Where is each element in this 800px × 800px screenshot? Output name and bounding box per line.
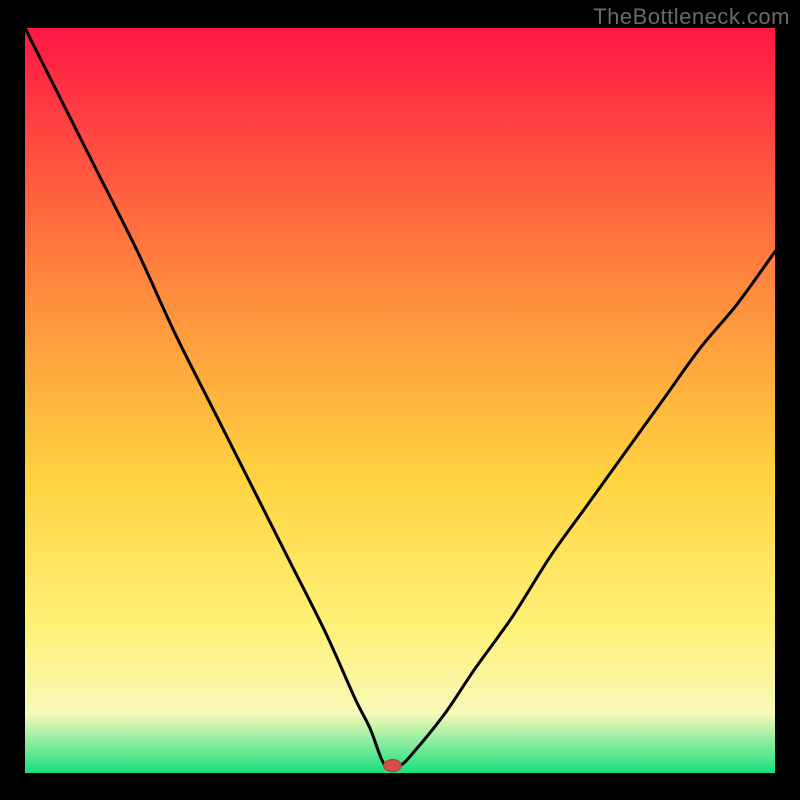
watermark-text: TheBottleneck.com xyxy=(593,4,790,30)
chart-frame: TheBottleneck.com xyxy=(0,0,800,800)
plot-area xyxy=(25,28,775,773)
chart-svg xyxy=(25,28,775,773)
optimal-point-marker xyxy=(384,760,402,772)
